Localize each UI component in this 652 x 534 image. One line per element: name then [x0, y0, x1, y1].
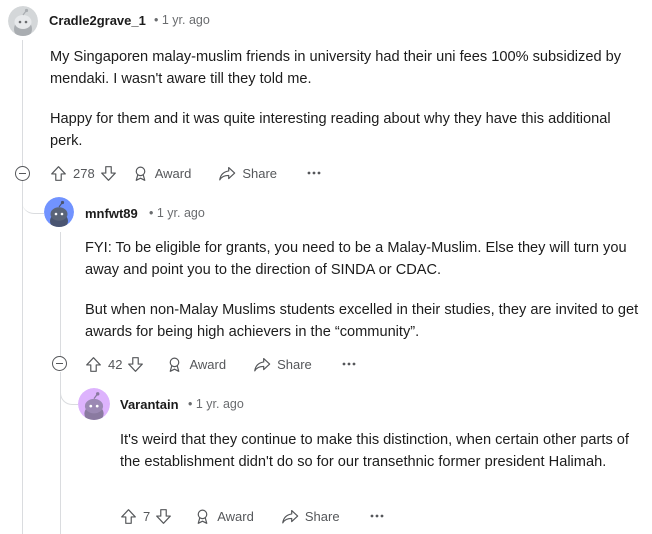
thread-connector: [22, 188, 44, 214]
vote-count: 42: [108, 356, 123, 372]
thread-connector: [60, 372, 78, 405]
share-button[interactable]: Share: [253, 356, 312, 373]
more-options-button[interactable]: [370, 514, 384, 518]
more-options-button[interactable]: [342, 362, 356, 366]
comment-body: FYI: To be eligible for grants, you need…: [85, 237, 640, 343]
vote-count: 7: [143, 508, 151, 524]
thread-line-level-1-continued[interactable]: [22, 181, 23, 534]
share-button[interactable]: Share: [281, 508, 340, 525]
comment-meta: • 1 yr. ago: [154, 13, 210, 27]
upvote-icon: [121, 508, 136, 524]
downvote-button[interactable]: [155, 508, 172, 525]
comment-timestamp[interactable]: 1 yr. ago: [157, 206, 205, 220]
comment-body: My Singaporen malay-muslim friends in un…: [50, 46, 640, 152]
award-label: Award: [217, 508, 254, 524]
upvote-button[interactable]: [85, 356, 102, 373]
award-icon: [197, 509, 208, 524]
thread-line-level-1[interactable]: [22, 40, 23, 168]
downvote-button[interactable]: [127, 356, 144, 373]
comment-author[interactable]: mnfwt89: [85, 206, 138, 221]
award-button[interactable]: Award: [132, 165, 192, 182]
downvote-icon: [100, 165, 116, 181]
ellipsis-icon: [307, 171, 321, 175]
reddit-snoo-icon: [78, 388, 110, 420]
separator-dot: •: [149, 206, 154, 220]
downvote-icon: [156, 508, 172, 524]
comment-meta: • 1 yr. ago: [149, 206, 205, 220]
comment-paragraph: Happy for them and it was quite interest…: [50, 111, 611, 149]
upvote-icon: [51, 165, 66, 181]
award-label: Award: [189, 356, 227, 372]
share-icon: [219, 166, 236, 180]
ellipsis-icon: [342, 362, 356, 366]
comment-body: It's weird that they continue to make th…: [120, 429, 640, 473]
award-icon: [135, 166, 146, 181]
comment-author[interactable]: Varantain: [120, 397, 179, 412]
avatar[interactable]: [44, 197, 74, 227]
comment-paragraph: But when non-Malay Muslims students exce…: [85, 302, 639, 340]
comment-actions: 278 Award Share: [50, 160, 321, 186]
upvote-button[interactable]: [50, 165, 67, 182]
vote-count: 278: [73, 165, 95, 181]
award-button[interactable]: Award: [166, 356, 226, 373]
avatar[interactable]: [78, 388, 110, 420]
award-label: Award: [154, 165, 192, 181]
separator-dot: •: [154, 13, 159, 27]
comment-timestamp[interactable]: 1 yr. ago: [162, 13, 210, 27]
comment-actions: 7 Award Share: [120, 503, 384, 529]
collapse-thread-button[interactable]: [15, 166, 30, 181]
award-button[interactable]: Award: [194, 508, 254, 525]
collapse-thread-button[interactable]: [52, 356, 67, 371]
more-options-button[interactable]: [307, 171, 321, 175]
comment-author[interactable]: Cradle2grave_1: [49, 13, 146, 28]
upvote-icon: [86, 356, 101, 372]
avatar[interactable]: [8, 6, 38, 36]
comment-meta: • 1 yr. ago: [188, 397, 244, 411]
share-icon: [254, 357, 271, 371]
downvote-button[interactable]: [100, 165, 117, 182]
share-label: Share: [277, 356, 312, 372]
comment-paragraph: FYI: To be eligible for grants, you need…: [85, 240, 627, 278]
comment-paragraph: It's weird that they continue to make th…: [120, 432, 629, 470]
share-label: Share: [242, 165, 278, 181]
downvote-icon: [128, 356, 144, 372]
share-label: Share: [304, 508, 340, 524]
upvote-button[interactable]: [120, 508, 137, 525]
comment-paragraph: My Singaporen malay-muslim friends in un…: [50, 49, 622, 87]
reddit-snoo-icon: [44, 197, 74, 227]
award-icon: [170, 357, 180, 372]
comment-timestamp[interactable]: 1 yr. ago: [196, 397, 244, 411]
share-icon: [282, 509, 299, 523]
comment-actions: 42 Award Share: [85, 351, 356, 377]
reddit-snoo-icon: [8, 6, 38, 36]
share-button[interactable]: Share: [218, 165, 277, 182]
separator-dot: •: [188, 397, 193, 411]
ellipsis-icon: [370, 514, 383, 518]
thread-line-level-2[interactable]: [60, 232, 61, 357]
